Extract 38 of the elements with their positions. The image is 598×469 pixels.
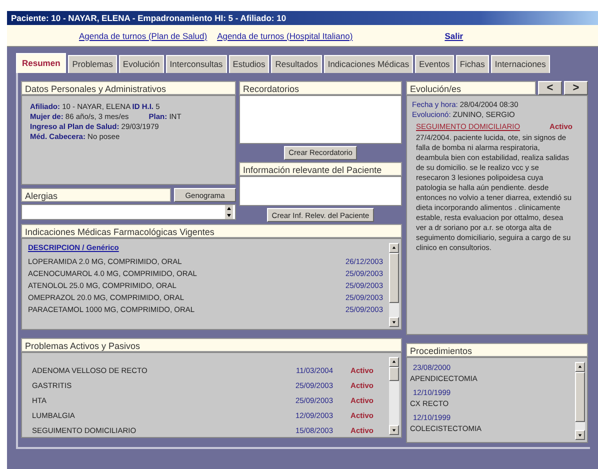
tab[interactable]: Internaciones [490,55,550,73]
tab[interactable]: Resumen [16,53,66,73]
scroll-thumb[interactable] [389,367,399,381]
panel-header: Datos Personales y Administrativos [21,81,236,95]
scrollbar[interactable] [389,243,399,327]
panel-header: Alergias [21,188,171,202]
tab[interactable]: Eventos [415,55,454,73]
spin-arrows-icon[interactable] [225,205,233,219]
scrollbar[interactable] [389,357,399,435]
scrollbar[interactable] [575,362,585,440]
allergies-field[interactable] [21,204,236,220]
nav-link[interactable]: Salir [444,30,464,40]
tab[interactable]: Interconsultas [166,55,227,73]
scroll-down-icon[interactable] [389,317,399,327]
window-title: Paciente: 10 - NAYAR, ELENA - Empadronamiento HI: 5 - Afiliado: 10 [7,11,598,25]
tab[interactable]: Indicaciones Médicas [324,55,414,73]
nav-link[interactable]: Agenda de turnos (Plan de Salud) [79,30,208,40]
panel-header: Recordatorios [239,81,402,95]
tab[interactable]: Estudios [228,55,270,73]
scroll-thumb[interactable] [389,253,399,303]
tab[interactable]: Resultados [271,55,322,73]
next-button[interactable]: > [564,81,588,95]
scroll-up-icon[interactable] [575,362,585,372]
panel-header: Evolución/es [406,81,536,95]
panel-header: Procedimientos [406,343,588,357]
panel-header: Indicaciones Médicas Farmacológicas Vigentes [21,224,402,238]
tab[interactable]: Evolución [118,55,164,73]
scroll-down-icon[interactable] [389,425,399,435]
tab[interactable]: Problemas [68,55,117,73]
tab[interactable]: Fichas [456,55,489,73]
previous-button[interactable]: < [538,81,562,95]
scroll-up-icon[interactable] [389,243,399,253]
nav-link[interactable]: Agenda de turnos (Hospital Italiano) [217,30,353,40]
scroll-up-icon[interactable] [389,357,399,367]
scroll-down-icon[interactable] [575,430,585,440]
panel-header: Problemas Activos y Pasivos [21,338,402,352]
panel-header: Información relevante del Paciente [239,162,402,176]
scroll-thumb[interactable] [575,372,585,422]
